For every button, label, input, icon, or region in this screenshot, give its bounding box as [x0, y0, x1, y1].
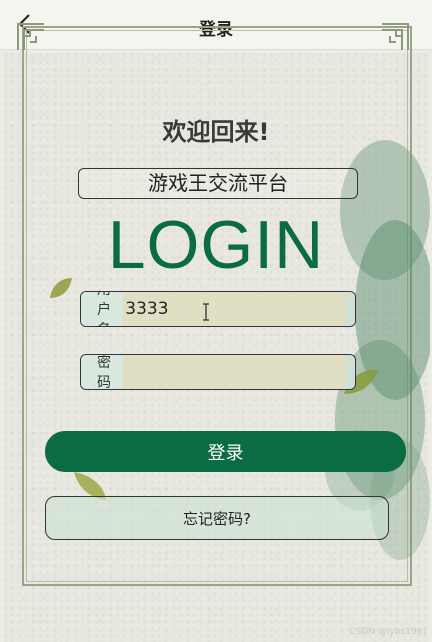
- username-field[interactable]: 用户名: [80, 291, 356, 327]
- username-input[interactable]: [123, 292, 347, 326]
- password-field[interactable]: 密码: [80, 354, 356, 390]
- login-logo-text: LOGIN: [107, 207, 325, 283]
- login-button[interactable]: 登录: [45, 431, 406, 472]
- password-input[interactable]: [123, 355, 347, 389]
- frame-corner-ornament: [382, 23, 409, 50]
- forgot-password-button[interactable]: 忘记密码?: [45, 496, 389, 540]
- field-edge: [346, 355, 355, 389]
- password-label: 密码: [81, 355, 124, 389]
- username-label: 用户名: [81, 292, 124, 326]
- text-cursor-icon: [203, 303, 209, 321]
- frame-corner-ornament: [17, 23, 44, 50]
- watermark: CSDN @lybs1991: [349, 627, 428, 637]
- field-edge: [346, 292, 355, 326]
- platform-name-box: 游戏王交流平台: [78, 168, 358, 199]
- welcome-heading: 欢迎回来!: [162, 118, 270, 146]
